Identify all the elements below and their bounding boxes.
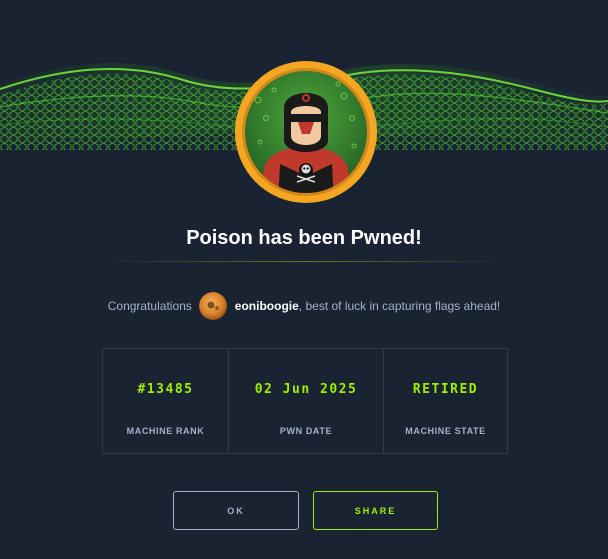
pwn-date-label: PWN DATE [279,426,333,436]
page-title: Poison has been Pwned! [186,227,422,249]
machine-rank-value: #13485 [137,382,194,397]
pwn-date-value: 02 Jun 2025 [254,382,358,397]
congratulations-message: Congratulations eoniboogie , best of luc… [0,292,608,320]
congrats-prefix: Congratulations [107,299,192,313]
congrats-suffix: , best of luck in capturing flags ahead! [298,299,501,313]
stat-machine-state: RETIRED MACHINE STATE [383,349,507,453]
machine-stats: #13485 MACHINE RANK 02 Jun 2025 PWN DATE… [102,348,508,454]
ok-button[interactable]: OK [173,491,299,530]
machine-avatar [235,61,377,203]
machine-state-value: RETIRED [412,382,479,397]
share-button[interactable]: SHARE [313,491,438,530]
machine-rank-label: MACHINE RANK [126,426,205,436]
stat-machine-rank: #13485 MACHINE RANK [103,349,228,453]
user-avatar-icon [198,292,227,320]
machine-state-label: MACHINE STATE [405,426,486,436]
title-divider [100,261,512,262]
stat-pwn-date: 02 Jun 2025 PWN DATE [228,349,383,453]
username[interactable]: eoniboogie [235,299,299,313]
